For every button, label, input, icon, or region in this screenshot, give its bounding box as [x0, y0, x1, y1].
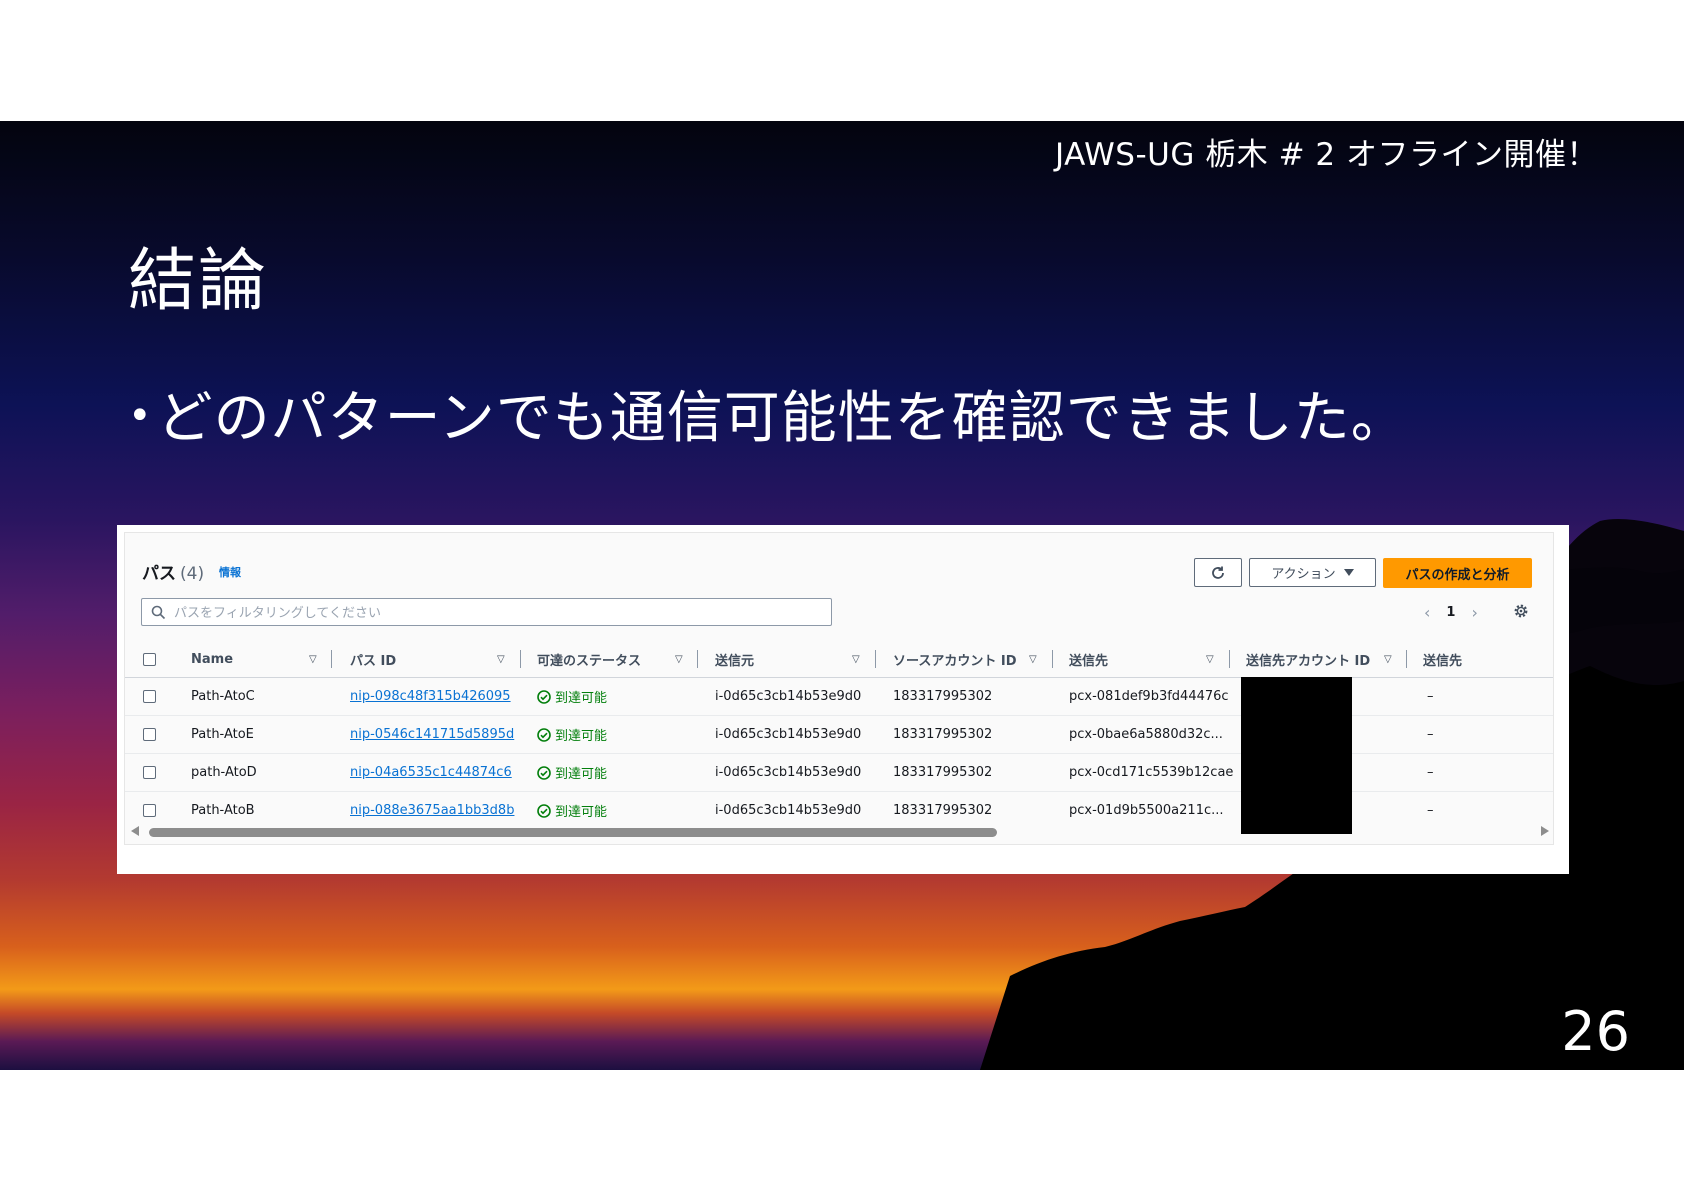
select-all-checkbox[interactable] [143, 653, 156, 666]
panel-title: パス (4) [142, 559, 204, 584]
cell-destination: pcx-0bae6a5880d32c... [1069, 727, 1223, 742]
console-screenshot: パス(4) 情報 アクション パスの作成と分析 ‹ 1 › Name ▽ [117, 525, 1569, 874]
path-id-link[interactable]: nip-088e3675aa1bb3d8b [350, 792, 514, 829]
cell-source: i-0d65c3cb14b53e9d0 [715, 803, 862, 818]
row-checkbox[interactable] [143, 766, 156, 779]
chevron-left-icon[interactable]: ‹ [1424, 603, 1430, 622]
scroll-left-arrow[interactable] [131, 826, 139, 836]
cell-name: path-AtoD [191, 765, 257, 780]
column-label: ソースアカウント ID [893, 653, 1017, 669]
column-header[interactable]: 可達のステータス [537, 641, 641, 677]
action-dropdown-button[interactable]: アクション [1249, 558, 1376, 587]
column-label: 送信先 [1069, 653, 1109, 669]
cell-source: i-0d65c3cb14b53e9d0 [715, 727, 862, 742]
page-number: 26 [1561, 1000, 1630, 1063]
column-header[interactable]: 送信先アカウント ID [1246, 641, 1370, 677]
gear-icon[interactable] [1513, 603, 1529, 619]
column-label: パス ID [350, 653, 397, 669]
column-header[interactable]: ソースアカウント ID [893, 641, 1017, 677]
status-cell: 到達可能 [537, 792, 607, 829]
table-header: Name ▽ パス ID ▽ 可達のステータス ▽ 送信元 ▽ ソースアカウント… [125, 641, 1553, 678]
cell-destination-extra: – [1427, 803, 1434, 818]
cell-source: i-0d65c3cb14b53e9d0 [715, 765, 862, 780]
column-header[interactable]: 送信先 [1423, 641, 1462, 677]
check-circle-icon [537, 727, 551, 742]
column-label: 送信先 [1423, 653, 1463, 669]
column-label: 送信元 [715, 653, 755, 669]
slide-title: 結論 [128, 242, 269, 321]
column-label: Name [191, 651, 234, 667]
cell-destination-extra: – [1427, 727, 1434, 742]
create-analyze-path-button[interactable]: パスの作成と分析 [1383, 558, 1532, 588]
panel-count: (4) [180, 564, 205, 584]
slide-bullet: •どのパターンでも通信可能性を確認できました。 [128, 373, 1408, 454]
status-cell: 到達可能 [537, 678, 607, 715]
cell-destination-extra: – [1427, 689, 1434, 704]
refresh-button[interactable] [1194, 558, 1242, 587]
cell-destination: pcx-081def9b3fd44476c [1069, 689, 1229, 704]
path-id-link[interactable]: nip-098c48f315b426095 [350, 678, 511, 715]
cell-source: i-0d65c3cb14b53e9d0 [715, 689, 862, 704]
caret-down-icon [1343, 568, 1354, 576]
chevron-right-icon[interactable]: › [1471, 603, 1477, 622]
check-circle-icon [537, 689, 551, 704]
check-circle-icon [537, 765, 551, 780]
search-field[interactable] [141, 598, 832, 626]
cell-destination: pcx-0cd171c5539b12cae [1069, 765, 1234, 780]
refresh-icon [1212, 566, 1224, 579]
bullet-dot: • [128, 393, 153, 439]
row-checkbox[interactable] [143, 804, 156, 817]
path-id-link[interactable]: nip-0546c141715d5895d [350, 716, 514, 753]
search-input[interactable] [172, 602, 816, 624]
action-label: アクション [1271, 567, 1336, 582]
status-text: 到達可能 [555, 805, 608, 820]
row-checkbox[interactable] [143, 690, 156, 703]
scroll-right-arrow[interactable] [1541, 826, 1549, 836]
event-title: JAWS-UG 栃木 # 2 オフライン開催！ [1055, 137, 1598, 173]
row-checkbox[interactable] [143, 728, 156, 741]
status-cell: 到達可能 [537, 754, 607, 791]
redacted-account-id-block [1241, 677, 1352, 834]
column-header[interactable]: 送信先 [1069, 641, 1108, 677]
column-header[interactable]: パス ID [350, 641, 396, 677]
paths-panel: パス(4) 情報 アクション パスの作成と分析 ‹ 1 › Name ▽ [124, 532, 1554, 845]
check-circle-icon [537, 803, 551, 818]
cell-destination-extra: – [1427, 765, 1434, 780]
status-cell: 到達可能 [537, 716, 607, 753]
status-text: 到達可能 [555, 691, 608, 706]
cell-source-account: 183317995302 [893, 727, 993, 742]
cell-source-account: 183317995302 [893, 803, 993, 818]
cell-destination: pcx-01d9b5500a211c... [1069, 803, 1224, 818]
search-icon [151, 605, 166, 620]
cell-name: Path-AtoE [191, 727, 254, 742]
column-label: 送信先アカウント ID [1246, 653, 1371, 669]
column-label: 可達のステータス [537, 653, 642, 669]
horizontal-scrollbar-thumb[interactable] [149, 828, 997, 837]
pagination: ‹ 1 › [1424, 603, 1478, 622]
cell-name: Path-AtoB [191, 803, 255, 818]
bullet-text: どのパターンでも通信可能性を確認できました。 [156, 386, 1408, 451]
cell-source-account: 183317995302 [893, 765, 993, 780]
status-text: 到達可能 [555, 729, 608, 744]
column-header[interactable]: 送信元 [715, 641, 754, 677]
column-header[interactable]: Name [191, 641, 233, 677]
cell-source-account: 183317995302 [893, 689, 993, 704]
info-link[interactable]: 情報 [219, 564, 241, 580]
cell-name: Path-AtoC [191, 689, 255, 704]
status-text: 到達可能 [555, 767, 608, 782]
panel-title-text: パス [142, 564, 176, 584]
current-page[interactable]: 1 [1446, 605, 1455, 620]
path-id-link[interactable]: nip-04a6535c1c44874c6 [350, 754, 512, 791]
